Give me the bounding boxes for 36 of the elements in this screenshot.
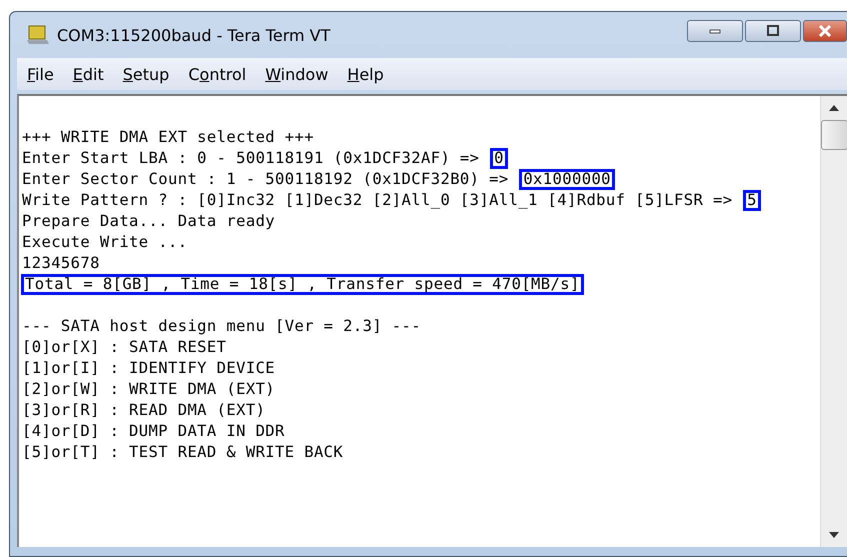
scroll-down-icon [828,531,840,539]
terminal-text: [3]or[R] : READ DMA (EXT) [21,401,266,419]
terminal-text: [2]or[W] : WRITE DMA (EXT) [21,380,276,398]
menu-item[interactable]: Control [188,64,246,84]
scroll-thumb[interactable] [820,120,847,150]
app-icon [27,25,49,45]
terminal-text: 12345678 [21,254,101,272]
minimize-button[interactable] [687,20,743,42]
menu-item[interactable]: File [27,64,54,84]
maximize-button[interactable] [745,20,801,42]
terminal-text: Enter Start LBA : 0 - 500118191 (0x1DCF32AF) => [21,149,480,167]
menu-item[interactable]: Setup [122,64,170,84]
terminal-text: [0]or[X] : SATA RESET [21,338,228,356]
terminal-text: Prepare Data... Data ready [21,212,276,230]
terminal-text: --- SATA host design menu [Ver = 2.3] --- [21,317,422,335]
menu-item[interactable]: Edit [72,64,104,84]
terminal-text: Enter Sector Count : 1 - 500118192 (0x1DCF32B0) => [21,170,510,188]
menu-item[interactable]: Help [347,64,384,84]
terminal-text: Write Pattern ? : [0]Inc32 [1]Dec32 [2]All_0 [3]All_1 [4]Rdbuf [5]LFSR => [21,191,734,209]
terminal-text: Execute Write ... [21,233,188,251]
highlighted-text: Total = 8[GB] , Time = 18[s] , Transfer speed = 470[MB/s] [21,274,584,295]
terminal-text: [4]or[D] : DUMP DATA IN DDR [21,422,286,440]
highlighted-text: 0 [490,148,508,169]
highlighted-text: 5 [743,190,761,211]
terminal-text: [1]or[I] : IDENTIFY DEVICE [21,359,276,377]
terminal-text: [5]or[T] : TEST READ & WRITE BACK [21,443,344,461]
close-button[interactable] [803,20,847,42]
scrollbar[interactable] [820,96,847,547]
close-icon [818,25,832,37]
scroll-up-icon [828,104,840,112]
window-title: COM3:115200baud - Tera Term VT [57,26,332,44]
menu-item[interactable]: Window [265,64,328,84]
terminal-text: +++ WRITE DMA EXT selected +++ [21,128,315,146]
minimize-icon [708,27,722,35]
maximize-icon [766,25,780,37]
highlighted-text: 0x1000000 [519,169,615,190]
